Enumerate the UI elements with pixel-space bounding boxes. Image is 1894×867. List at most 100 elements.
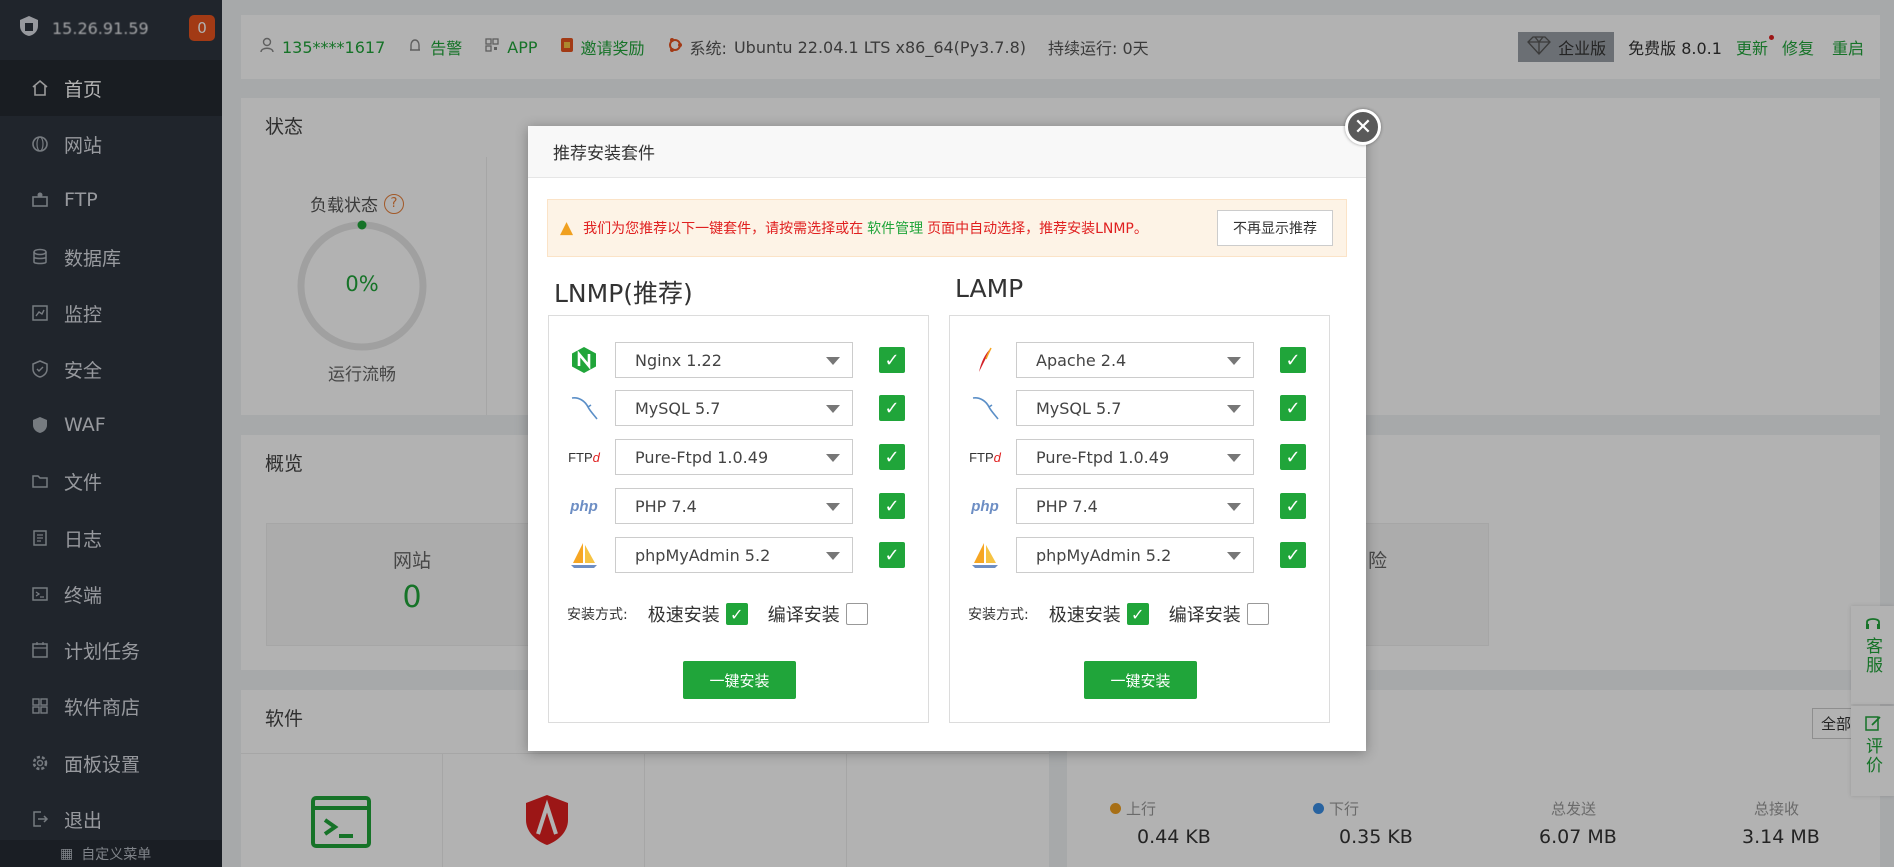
select-value: phpMyAdmin 5.2 [635,545,771,565]
fast-install-checkbox[interactable]: ✓ [725,603,748,625]
check-icon: ✓ [1285,446,1301,468]
check-icon: ✓ [884,446,900,468]
lamp-row-mysql: MySQL 5.7 ✓ [950,390,1331,426]
check-icon: ✓ [730,604,744,624]
chevron-down-icon [826,357,840,365]
select-value: Apache 2.4 [1036,350,1127,370]
chevron-down-icon [1227,454,1241,462]
php-checkbox[interactable]: ✓ [879,493,905,519]
chevron-down-icon [826,503,840,511]
nginx-icon [567,346,601,374]
compile-install-label: 编译安装 [1168,605,1241,626]
check-icon: ✓ [1285,544,1301,566]
lnmp-row-web: Nginx 1.22 ✓ [549,342,930,378]
lamp-title: LAMP [955,274,1024,303]
alert-text-post: 页面中自动选择，推荐安装LNMP。 [927,221,1148,237]
check-icon: ✓ [1285,495,1301,517]
chevron-down-icon [826,552,840,560]
install-method: 安装方式: 极速安装 ✓ 编译安装 [567,602,868,626]
alert-text-pre: 我们为您推荐以下一键套件，请按需选择或在 [583,221,864,237]
apache-icon [968,346,1002,374]
select-value: phpMyAdmin 5.2 [1036,545,1172,565]
select-value: MySQL 5.7 [635,398,721,418]
fast-install-label: 极速安装 [1048,605,1121,626]
method-label: 安装方式: [567,607,628,623]
dont-show-again-button[interactable]: 不再显示推荐 [1217,210,1333,246]
install-method: 安装方式: 极速安装 ✓ 编译安装 [968,602,1269,626]
php-icon: php [971,497,999,515]
phpmyadmin-select[interactable]: phpMyAdmin 5.2 [615,537,853,573]
recommend-alert: ▲ 我们为您推荐以下一键套件，请按需选择或在 软件管理 页面中自动选择，推荐安装… [547,199,1347,257]
warning-icon: ▲ [560,218,574,238]
check-icon: ✓ [1285,349,1301,371]
lamp-panel: Apache 2.4 ✓ MySQL 5.7 ✓ FTPd Pure-Ftpd … [949,315,1330,723]
chevron-down-icon [826,454,840,462]
check-icon: ✓ [1131,604,1145,624]
recommend-install-dialog: 推荐安装套件 ✕ ▲ 我们为您推荐以下一键套件，请按需选择或在 软件管理 页面中… [528,109,1381,751]
lnmp-row-phpmyadmin: phpMyAdmin 5.2 ✓ [549,537,930,573]
ftp-icon: FTPd [969,449,1001,465]
check-icon: ✓ [884,349,900,371]
phpmyadmin-checkbox[interactable]: ✓ [1280,542,1306,568]
software-manage-link[interactable]: 软件管理 [867,218,923,238]
web-server-checkbox[interactable]: ✓ [879,347,905,373]
close-icon: ✕ [1353,114,1373,140]
ftp-select[interactable]: Pure-Ftpd 1.0.49 [615,439,853,475]
lamp-row-php: php PHP 7.4 ✓ [950,488,1331,524]
check-icon: ✓ [1285,397,1301,419]
ftp-checkbox[interactable]: ✓ [1280,444,1306,470]
compile-install-checkbox[interactable] [845,603,868,625]
php-select[interactable]: PHP 7.4 [1016,488,1254,524]
web-server-select[interactable]: Apache 2.4 [1016,342,1254,378]
mysql-checkbox[interactable]: ✓ [879,395,905,421]
check-icon: ✓ [884,397,900,419]
lnmp-row-mysql: MySQL 5.7 ✓ [549,390,930,426]
web-server-checkbox[interactable]: ✓ [1280,347,1306,373]
phpmyadmin-icon [567,541,601,569]
dialog-title: 推荐安装套件 [528,126,1366,178]
mysql-checkbox[interactable]: ✓ [1280,395,1306,421]
chevron-down-icon [1227,357,1241,365]
chevron-down-icon [1227,405,1241,413]
lamp-install-button[interactable]: 一键安装 [1084,661,1197,699]
select-value: Nginx 1.22 [635,350,722,370]
mysql-icon [968,394,1002,422]
php-icon: php [570,497,598,515]
close-button[interactable]: ✕ [1345,109,1381,145]
ftp-icon: FTPd [568,449,600,465]
select-value: Pure-Ftpd 1.0.49 [1036,447,1170,467]
select-value: MySQL 5.7 [1036,398,1122,418]
mysql-icon [567,394,601,422]
lnmp-install-button[interactable]: 一键安装 [683,661,796,699]
lnmp-row-ftp: FTPd Pure-Ftpd 1.0.49 ✓ [549,439,930,475]
check-icon: ✓ [884,495,900,517]
ftp-select[interactable]: Pure-Ftpd 1.0.49 [1016,439,1254,475]
select-value: Pure-Ftpd 1.0.49 [635,447,769,467]
lamp-row-web: Apache 2.4 ✓ [950,342,1331,378]
lnmp-row-php: php PHP 7.4 ✓ [549,488,930,524]
fast-install-label: 极速安装 [647,605,720,626]
ftp-checkbox[interactable]: ✓ [879,444,905,470]
web-server-select[interactable]: Nginx 1.22 [615,342,853,378]
phpmyadmin-select[interactable]: phpMyAdmin 5.2 [1016,537,1254,573]
compile-install-label: 编译安装 [767,605,840,626]
php-select[interactable]: PHP 7.4 [615,488,853,524]
compile-install-checkbox[interactable] [1246,603,1269,625]
phpmyadmin-checkbox[interactable]: ✓ [879,542,905,568]
fast-install-checkbox[interactable]: ✓ [1126,603,1149,625]
lamp-row-ftp: FTPd Pure-Ftpd 1.0.49 ✓ [950,439,1331,475]
chevron-down-icon [1227,503,1241,511]
chevron-down-icon [1227,552,1241,560]
chevron-down-icon [826,405,840,413]
lnmp-title: LNMP(推荐) [554,279,693,308]
select-value: PHP 7.4 [635,496,697,516]
mysql-select[interactable]: MySQL 5.7 [1016,390,1254,426]
phpmyadmin-icon [968,541,1002,569]
check-icon: ✓ [884,544,900,566]
php-checkbox[interactable]: ✓ [1280,493,1306,519]
lamp-row-phpmyadmin: phpMyAdmin 5.2 ✓ [950,537,1331,573]
mysql-select[interactable]: MySQL 5.7 [615,390,853,426]
lnmp-panel: Nginx 1.22 ✓ MySQL 5.7 ✓ FTPd Pure-Ftpd … [548,315,929,723]
select-value: PHP 7.4 [1036,496,1098,516]
method-label: 安装方式: [968,607,1029,623]
